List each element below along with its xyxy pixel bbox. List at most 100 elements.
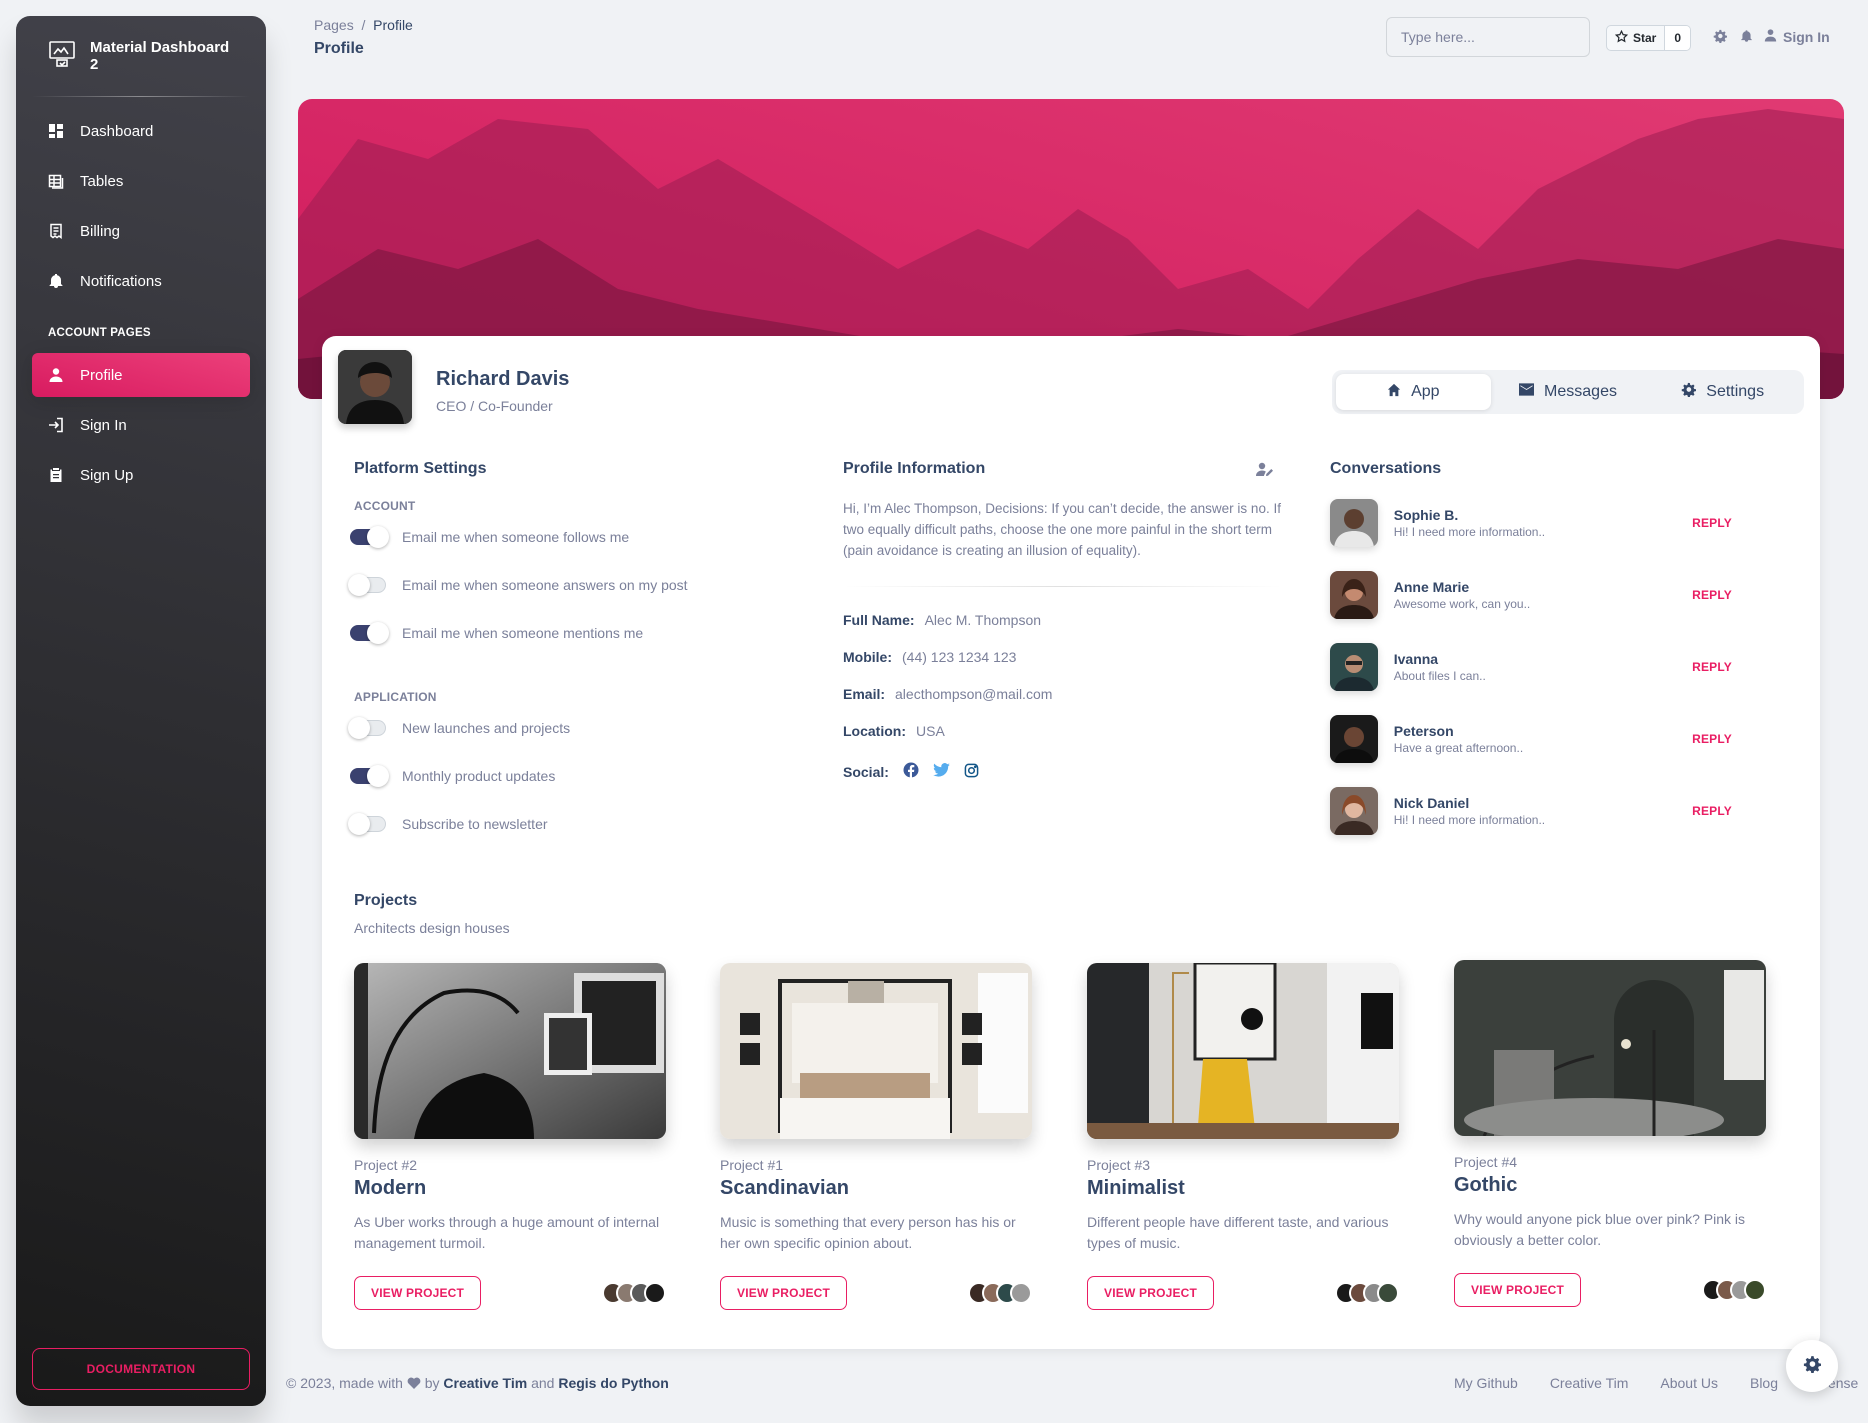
avatar[interactable]	[1010, 1282, 1032, 1304]
view-project-button[interactable]: VIEW PROJECT	[720, 1276, 848, 1310]
toggle-row: Email me when someone answers on my post	[348, 574, 688, 596]
toggle-switch[interactable]	[350, 622, 389, 644]
footer-by: by	[424, 1375, 440, 1391]
footer-author-link[interactable]: Regis do Python	[558, 1375, 668, 1391]
dashboard-logo-icon	[48, 40, 76, 72]
facebook-icon[interactable]	[903, 762, 919, 781]
edit-user-icon[interactable]	[1256, 462, 1274, 483]
breadcrumb-root[interactable]: Pages	[314, 17, 354, 33]
breadcrumb: Pages / Profile	[314, 17, 413, 33]
configurator-button[interactable]	[1786, 1340, 1838, 1392]
sidebar-item-sign-in[interactable]: Sign In	[32, 403, 250, 447]
avatar	[1330, 787, 1378, 835]
footer-and: and	[531, 1375, 555, 1391]
tab-app[interactable]: App	[1336, 374, 1491, 410]
user-icon	[1764, 28, 1777, 45]
conversations-title: Conversations	[1330, 460, 1442, 477]
toggle-switch[interactable]	[350, 765, 389, 787]
conversation-message: Awesome work, can you..	[1393, 597, 1531, 611]
reply-button[interactable]: REPLY	[1692, 804, 1732, 818]
project-image[interactable]	[1454, 960, 1766, 1136]
footer-link-github[interactable]: My Github	[1454, 1375, 1518, 1391]
reply-button[interactable]: REPLY	[1692, 660, 1732, 674]
avatar	[1330, 715, 1378, 763]
footer-link-creative-tim[interactable]: Creative Tim	[1550, 1375, 1629, 1391]
sidebar-section-heading: ACCOUNT PAGES	[48, 327, 151, 339]
reply-button[interactable]: REPLY	[1692, 588, 1732, 602]
sidebar-item-tables[interactable]: Tables	[32, 159, 250, 203]
gear-icon[interactable]	[1712, 28, 1728, 44]
reply-button[interactable]: REPLY	[1692, 732, 1732, 746]
conversation-item: Anne Marie Awesome work, can you.. REPLY	[1330, 570, 1750, 620]
star-icon	[1614, 29, 1629, 46]
toggle-label: Email me when someone follows me	[402, 529, 630, 545]
conversation-item: Sophie B. Hi! I need more information.. R…	[1330, 498, 1750, 548]
conversation-item: Ivanna About files I can.. REPLY	[1330, 642, 1750, 692]
project-description: As Uber works through a huge amount of i…	[354, 1214, 660, 1251]
tab-settings[interactable]: Settings	[1645, 374, 1800, 410]
conversation-item: Nick Daniel Hi! I need more information..…	[1330, 786, 1750, 836]
documentation-button[interactable]: DOCUMENTATION	[32, 1348, 250, 1390]
bell-icon[interactable]	[1738, 28, 1754, 44]
view-project-button[interactable]: VIEW PROJECT	[354, 1276, 482, 1310]
search-input[interactable]	[1386, 17, 1590, 57]
brand-name: Material Dashboard 2	[90, 39, 230, 73]
toggle-switch[interactable]	[350, 526, 389, 548]
receipt-icon	[48, 223, 64, 239]
sidebar-item-billing[interactable]: Billing	[32, 209, 250, 253]
sidebar-item-profile[interactable]: Profile	[32, 353, 250, 397]
sidebar-item-dashboard[interactable]: Dashboard	[32, 109, 250, 153]
profile-avatar	[338, 350, 412, 424]
info-row-location: Location: USA	[843, 723, 945, 739]
star-count: 0	[1665, 26, 1691, 50]
project-name: Gothic	[1454, 1174, 1518, 1196]
project-name: Scandinavian	[720, 1177, 849, 1199]
github-star-button[interactable]: Star 0	[1606, 25, 1692, 51]
toggle-switch[interactable]	[348, 813, 386, 835]
project-image[interactable]	[720, 963, 1032, 1139]
info-value: alecthompson@mail.com	[895, 686, 1053, 702]
projects-title: Projects	[354, 892, 418, 909]
toggle-row: Subscribe to newsletter	[348, 813, 548, 835]
brand[interactable]: Material Dashboard 2	[16, 16, 266, 96]
instagram-icon[interactable]	[964, 763, 979, 781]
view-project-button[interactable]: VIEW PROJECT	[1087, 1276, 1215, 1310]
project-description: Different people have different taste, a…	[1087, 1214, 1389, 1251]
avatar[interactable]	[1377, 1282, 1399, 1304]
footer-link-blog[interactable]: Blog	[1750, 1375, 1778, 1391]
sidebar-item-label: Dashboard	[80, 122, 154, 140]
sign-in-link[interactable]: Sign In	[1764, 28, 1830, 45]
profile-name: Richard Davis	[436, 368, 570, 390]
avatar[interactable]	[644, 1282, 666, 1304]
sidebar-item-label: Sign In	[80, 416, 127, 434]
footer-link-about-us[interactable]: About Us	[1660, 1375, 1718, 1391]
toggle-row: Email me when someone follows me	[350, 526, 630, 548]
toggle-switch[interactable]	[348, 717, 386, 739]
info-label: Social:	[843, 763, 889, 780]
breadcrumb-current: Profile	[373, 17, 413, 33]
conversation-message: About files I can..	[1393, 669, 1486, 683]
conversation-item: Peterson Have a great afternoon.. REPLY	[1330, 714, 1750, 764]
avatar[interactable]	[1744, 1279, 1766, 1301]
table-icon	[48, 173, 64, 189]
info-row-email: Email: alecthompson@mail.com	[843, 686, 1052, 702]
toggle-label: New launches and projects	[402, 720, 571, 736]
profile-tabs: App Messages Settings	[1332, 370, 1804, 414]
project-image[interactable]	[1087, 963, 1399, 1139]
sidebar-item-notifications[interactable]: Notifications	[32, 259, 250, 303]
avatar-group	[968, 1282, 1032, 1304]
conversation-message: Hi! I need more information..	[1393, 525, 1546, 539]
footer-author-link[interactable]: Creative Tim	[443, 1375, 527, 1391]
toggle-switch[interactable]	[348, 574, 386, 596]
toggle-row: New launches and projects	[348, 717, 571, 739]
reply-button[interactable]: REPLY	[1692, 516, 1732, 530]
clipboard-icon	[48, 467, 64, 483]
toggle-label: Subscribe to newsletter	[402, 816, 548, 832]
account-settings-heading: ACCOUNT	[354, 499, 416, 513]
view-project-button[interactable]: VIEW PROJECT	[1454, 1273, 1582, 1307]
twitter-icon[interactable]	[933, 763, 950, 780]
project-image[interactable]	[354, 963, 666, 1139]
tab-messages[interactable]: Messages	[1491, 374, 1646, 410]
sidebar-item-sign-up[interactable]: Sign Up	[32, 453, 250, 497]
avatar	[1330, 643, 1378, 691]
